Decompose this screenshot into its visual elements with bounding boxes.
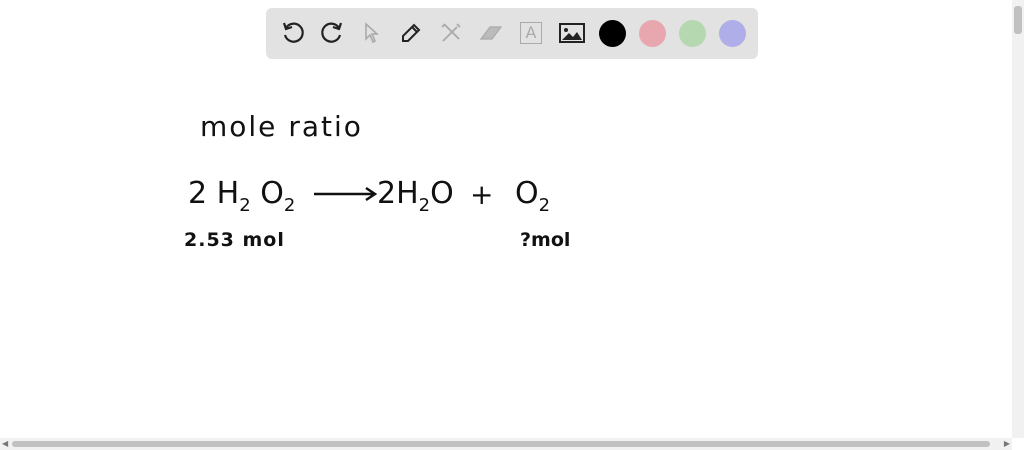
scroll-right-icon[interactable]: ▶ <box>1004 439 1010 448</box>
text-tool-glyph: A <box>520 22 542 44</box>
product-water: 2H2O <box>377 176 454 216</box>
scroll-left-icon[interactable]: ◀ <box>2 439 8 448</box>
horizontal-scrollbar[interactable]: ◀ ▶ <box>0 438 1012 450</box>
color-purple[interactable] <box>719 20 746 47</box>
water-sub: 2 <box>418 195 431 216</box>
image-icon[interactable] <box>557 18 587 48</box>
oxygen-o: O <box>515 176 539 211</box>
reactant-h: H <box>216 176 240 211</box>
reactant-amount: 2.53 mol <box>184 229 285 251</box>
reactant-o: O <box>260 176 284 211</box>
water-h: 2H <box>377 176 419 211</box>
color-black[interactable] <box>599 20 626 47</box>
horizontal-scroll-thumb[interactable] <box>12 441 990 447</box>
plus-sign: + <box>470 178 494 211</box>
reactant-formula: 2 H2 O2 <box>188 176 295 216</box>
redo-icon[interactable] <box>317 18 347 48</box>
undo-icon[interactable] <box>278 18 308 48</box>
color-pink[interactable] <box>639 20 666 47</box>
heading-text: mole ratio <box>200 110 363 143</box>
reactant-sub1: 2 <box>239 195 251 216</box>
product-oxygen: O2 <box>515 176 550 216</box>
reactant-coefficient: 2 <box>188 176 208 211</box>
reaction-arrow <box>314 186 378 202</box>
pen-icon[interactable] <box>396 18 426 48</box>
vertical-scrollbar[interactable] <box>1012 0 1024 438</box>
water-o: O <box>430 176 454 211</box>
oxygen-sub: 2 <box>538 195 551 216</box>
color-green[interactable] <box>679 20 706 47</box>
tools-icon[interactable] <box>436 18 466 48</box>
drawing-toolbar: A <box>266 8 758 59</box>
select-icon[interactable] <box>357 18 387 48</box>
product-amount: ?mol <box>520 229 571 251</box>
eraser-icon[interactable] <box>476 18 506 48</box>
text-icon[interactable]: A <box>516 18 546 48</box>
reactant-sub2: 2 <box>283 195 296 216</box>
vertical-scroll-thumb[interactable] <box>1014 6 1022 34</box>
